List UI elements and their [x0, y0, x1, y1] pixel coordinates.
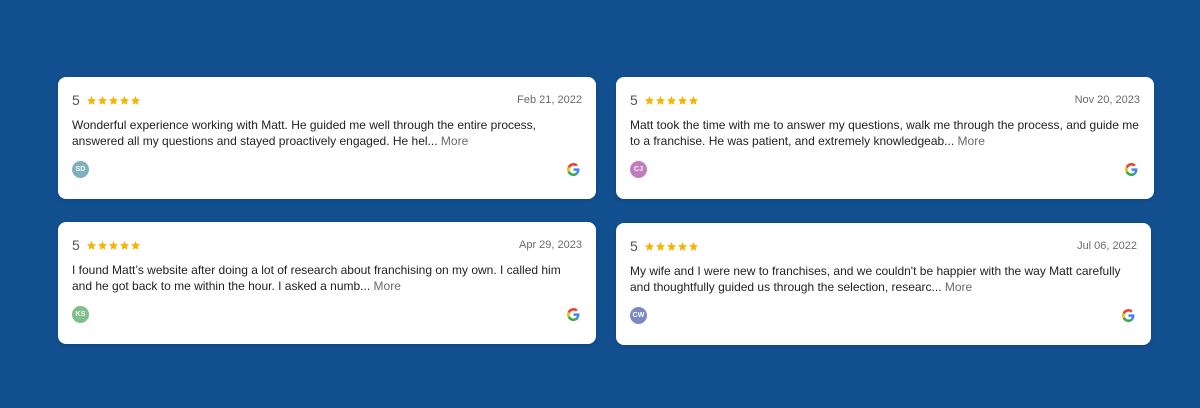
- star-icon: [108, 95, 118, 105]
- star-icon: [677, 95, 687, 105]
- google-icon: [567, 308, 580, 321]
- avatar: KS: [72, 306, 89, 323]
- review-text: Matt took the time with me to answer my …: [630, 118, 1140, 149]
- review-card: 5 Apr 29, 2023 I found Matt’s website af…: [58, 222, 596, 344]
- review-header: 5 Jul 06, 2022: [630, 237, 1137, 255]
- avatar: CW: [630, 307, 647, 324]
- star-icon: [119, 240, 129, 250]
- review-header: 5 Apr 29, 2023: [72, 236, 582, 254]
- review-header: 5 Feb 21, 2022: [72, 91, 582, 109]
- star-rating: [644, 95, 699, 106]
- google-icon: [567, 163, 580, 176]
- rating-value: 5: [72, 92, 80, 108]
- star-icon: [666, 95, 676, 105]
- rating-value: 5: [630, 92, 638, 108]
- star-icon: [688, 95, 698, 105]
- star-icon: [688, 241, 698, 251]
- review-footer: KS: [72, 306, 582, 323]
- star-icon: [97, 95, 107, 105]
- star-icon: [130, 240, 140, 250]
- review-header: 5 Nov 20, 2023: [630, 91, 1140, 109]
- star-icon: [666, 241, 676, 251]
- review-text: Wonderful experience working with Matt. …: [72, 118, 582, 149]
- avatar: CJ: [630, 161, 647, 178]
- star-icon: [644, 95, 654, 105]
- review-date: Nov 20, 2023: [1074, 94, 1140, 106]
- review-date: Jul 06, 2022: [1077, 240, 1137, 252]
- google-icon: [1122, 309, 1135, 322]
- star-icon: [130, 95, 140, 105]
- review-footer: CW: [630, 307, 1137, 324]
- more-link[interactable]: More: [374, 279, 401, 293]
- google-icon: [1125, 163, 1138, 176]
- review-card: 5 Feb 21, 2022 Wonderful experience work…: [58, 77, 596, 199]
- star-icon: [86, 240, 96, 250]
- star-rating: [644, 241, 699, 252]
- review-card: 5 Nov 20, 2023 Matt took the time with m…: [616, 77, 1154, 199]
- review-body: My wife and I were new to franchises, an…: [630, 264, 1121, 294]
- review-date: Apr 29, 2023: [519, 239, 582, 251]
- review-body: I found Matt’s website after doing a lot…: [72, 263, 561, 293]
- more-link[interactable]: More: [441, 134, 468, 148]
- star-icon: [655, 95, 665, 105]
- star-icon: [644, 241, 654, 251]
- review-footer: SD: [72, 161, 582, 178]
- star-icon: [677, 241, 687, 251]
- more-link[interactable]: More: [945, 280, 972, 294]
- review-text: My wife and I were new to franchises, an…: [630, 264, 1137, 295]
- star-icon: [119, 95, 129, 105]
- review-card: 5 Jul 06, 2022 My wife and I were new to…: [616, 223, 1151, 345]
- rating-value: 5: [630, 238, 638, 254]
- star-icon: [655, 241, 665, 251]
- star-icon: [108, 240, 118, 250]
- rating-value: 5: [72, 237, 80, 253]
- review-footer: CJ: [630, 161, 1140, 178]
- more-link[interactable]: More: [958, 134, 985, 148]
- star-icon: [97, 240, 107, 250]
- review-body: Matt took the time with me to answer my …: [630, 118, 1139, 148]
- review-text: I found Matt’s website after doing a lot…: [72, 263, 582, 294]
- star-rating: [86, 95, 141, 106]
- avatar: SD: [72, 161, 89, 178]
- star-icon: [86, 95, 96, 105]
- star-rating: [86, 240, 141, 251]
- review-date: Feb 21, 2022: [517, 94, 582, 106]
